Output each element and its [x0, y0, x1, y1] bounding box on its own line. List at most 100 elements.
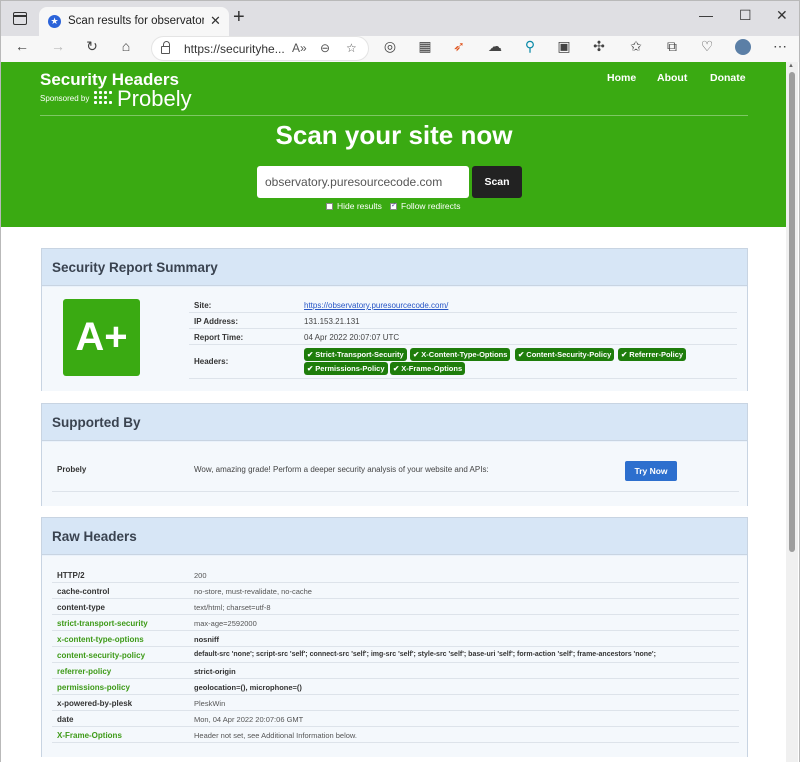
site-link[interactable]: https://observatory.puresourcecode.com/ — [304, 301, 448, 310]
extension-se-icon[interactable]: ▣ — [553, 38, 575, 55]
hide-results-option[interactable]: Hide results — [326, 201, 382, 211]
summary-key: Site: — [194, 301, 212, 310]
raw-header-key: HTTP/2 — [57, 571, 85, 580]
report-summary-panel: Security Report Summary A+ Site: https:/… — [41, 248, 748, 391]
badge-label: X-Frame-Options — [401, 364, 463, 373]
raw-header-key: permissions-policy — [57, 683, 130, 692]
favorites-icon[interactable]: ✩ — [625, 38, 647, 55]
hide-results-label: Hide results — [337, 201, 382, 211]
lock-icon[interactable] — [161, 41, 170, 54]
summary-value: 131.153.21.131 — [304, 317, 360, 326]
summary-key: IP Address: — [194, 317, 239, 326]
page-viewport: Security Headers Sponsored by Probely Ho… — [0, 62, 800, 762]
try-now-button[interactable]: Try Now — [625, 461, 677, 481]
extension-2-icon[interactable]: ▦ — [414, 38, 436, 55]
badge-label: Content-Security-Policy — [526, 350, 612, 359]
raw-header-row: x-content-type-options nosniff — [52, 631, 739, 647]
favicon-icon: ★ — [48, 15, 61, 28]
summary-value: https://observatory.puresourcecode.com/ — [304, 301, 448, 310]
raw-header-value: strict-origin — [194, 667, 236, 676]
grade-badge: A+ — [63, 299, 140, 376]
nav-home[interactable]: Home — [607, 72, 636, 84]
panel-title: Raw Headers — [52, 529, 137, 544]
minimize-button[interactable]: — — [699, 7, 713, 23]
hero-divider — [40, 115, 748, 116]
raw-header-row: X-Frame-Options Header not set, see Addit… — [52, 727, 739, 743]
probely-logo[interactable]: Probely — [117, 86, 192, 112]
nav-about[interactable]: About — [657, 72, 687, 84]
panel-title: Supported By — [52, 415, 141, 430]
extension-search-icon[interactable]: ⚲ — [519, 38, 541, 55]
summary-row-site: Site: https://observatory.puresourcecode… — [189, 297, 737, 313]
raw-header-key: x-content-type-options — [57, 635, 144, 644]
check-icon: ✔ — [307, 350, 314, 359]
hero-section: Security Headers Sponsored by Probely Ho… — [1, 62, 787, 227]
panel-body: A+ Site: https://observatory.puresourcec… — [42, 287, 747, 391]
badge-x-frame-options: ✔ X-Frame-Options — [390, 362, 466, 375]
back-icon[interactable]: ← — [11, 38, 33, 54]
raw-header-row: referrer-policy strict-origin — [52, 663, 739, 679]
hide-results-checkbox[interactable] — [326, 203, 333, 210]
summary-row-report-time: Report Time: 04 Apr 2022 20:07:07 UTC — [189, 329, 737, 345]
profile-avatar[interactable] — [732, 38, 754, 58]
read-aloud-icon[interactable]: A» — [292, 41, 307, 55]
probely-logo-icon — [94, 91, 116, 107]
follow-redirects-option[interactable]: Follow redirects — [390, 201, 461, 211]
forward-icon[interactable]: → — [47, 38, 69, 54]
zoom-icon[interactable]: ⊖ — [320, 41, 330, 55]
badge-x-content-type-options: ✔ X-Content-Type-Options — [410, 348, 511, 361]
extension-swift-icon[interactable]: ➶ — [448, 38, 470, 55]
badge-label: Strict-Transport-Security — [315, 350, 404, 359]
supporter-name: Probely — [57, 465, 87, 474]
tab-close-icon[interactable]: ✕ — [210, 13, 221, 29]
check-icon: ✔ — [413, 350, 420, 359]
page-scrollbar[interactable]: ▲ — [786, 62, 798, 762]
extension-cloud-icon[interactable]: ☁ — [484, 38, 506, 55]
scroll-up-icon[interactable]: ▲ — [788, 63, 794, 69]
raw-header-value: 200 — [194, 571, 207, 580]
summary-key: Report Time: — [194, 333, 244, 342]
raw-header-row: content-type text/html; charset=utf-8 — [52, 599, 739, 615]
raw-header-row: strict-transport-security max-age=2592000 — [52, 615, 739, 631]
raw-header-value: PleskWin — [194, 699, 226, 708]
panel-body: HTTP/2 200 cache-control no-store, must-re… — [42, 556, 747, 757]
close-window-button[interactable]: ✕ — [776, 7, 788, 24]
refresh-icon[interactable]: ↻ — [81, 38, 103, 55]
new-tab-button[interactable]: + — [233, 6, 245, 29]
raw-header-row: HTTP/2 200 — [52, 567, 739, 583]
tab-actions-icon[interactable] — [13, 12, 27, 25]
home-icon[interactable]: ⌂ — [115, 38, 137, 54]
check-icon: ✔ — [518, 350, 525, 359]
browser-essentials-icon[interactable]: ♡ — [696, 38, 718, 55]
raw-header-key: content-security-policy — [57, 651, 146, 660]
collections-icon[interactable]: ⧉ — [661, 38, 683, 55]
raw-headers-panel: Raw Headers HTTP/2 200 cache-control no-st… — [41, 517, 748, 757]
maximize-button[interactable]: ☐ — [739, 7, 752, 24]
browser-tab[interactable]: ★ Scan results for observatory.pure ✕ — [39, 7, 229, 37]
scrollbar-thumb[interactable] — [789, 72, 795, 552]
raw-header-key: content-type — [57, 603, 105, 612]
raw-header-key: cache-control — [57, 587, 110, 596]
raw-header-value: Header not set, see Additional Informati… — [194, 731, 358, 740]
nav-donate[interactable]: Donate — [710, 72, 746, 84]
favorite-add-icon[interactable]: ☆ — [346, 41, 357, 55]
supported-by-panel: Supported By Probely Wow, amazing grade!… — [41, 403, 748, 506]
raw-header-row: cache-control no-store, must-revalidate, … — [52, 583, 739, 599]
check-icon: ✔ — [621, 350, 628, 359]
extensions-icon[interactable]: ✣ — [588, 38, 610, 55]
raw-header-value: max-age=2592000 — [194, 619, 257, 628]
badge-permissions-policy: ✔ Permissions-Policy — [304, 362, 388, 375]
follow-redirects-label: Follow redirects — [401, 201, 461, 211]
panel-header: Security Report Summary — [42, 249, 747, 286]
raw-header-key: strict-transport-security — [57, 619, 148, 628]
more-menu-icon[interactable]: ⋯ — [769, 38, 791, 55]
scan-url-input[interactable] — [257, 166, 469, 198]
scan-button[interactable]: Scan — [472, 166, 522, 198]
raw-header-row: date Mon, 04 Apr 2022 20:07:06 GMT — [52, 711, 739, 727]
badge-label: Referrer-Policy — [629, 350, 684, 359]
badge-strict-transport-security: ✔ Strict-Transport-Security — [304, 348, 407, 361]
follow-redirects-checkbox[interactable] — [390, 201, 397, 210]
badge-label: X-Content-Type-Options — [421, 350, 508, 359]
address-bar[interactable]: https://securityhe... A» ⊖ ☆ — [151, 36, 369, 61]
extension-1-icon[interactable]: ◎ — [379, 38, 401, 55]
